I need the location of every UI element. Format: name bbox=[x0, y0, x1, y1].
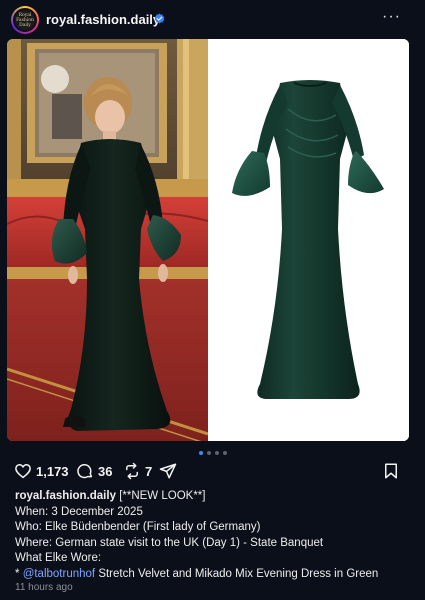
carousel-dot-active[interactable] bbox=[198, 451, 203, 455]
caption-when: When: 3 December 2025 bbox=[15, 505, 143, 518]
comment-count: 36 bbox=[98, 463, 113, 479]
share-button[interactable] bbox=[159, 461, 177, 481]
repost-icon bbox=[126, 462, 138, 480]
bookmark-icon bbox=[385, 463, 397, 479]
save-button[interactable] bbox=[382, 461, 400, 481]
carousel-dots bbox=[0, 451, 425, 457]
caption-where: Where: German state visit to the UK (Day… bbox=[15, 536, 324, 549]
caption-username[interactable]: royal.fashion.daily bbox=[15, 490, 116, 502]
carousel-dot[interactable] bbox=[222, 451, 227, 455]
action-bar: 1,173 36 7 bbox=[14, 461, 414, 481]
heart-icon bbox=[15, 464, 31, 479]
post-caption: royal.fashion.daily [**NEW LOOK**] When:… bbox=[15, 489, 415, 582]
carousel-dot[interactable] bbox=[206, 451, 211, 455]
send-icon bbox=[159, 463, 177, 479]
caption-what-heading: What Elke Wore: bbox=[15, 552, 102, 564]
carousel-dot[interactable] bbox=[214, 451, 219, 455]
caption-tag: [**NEW LOOK**] bbox=[119, 490, 206, 502]
verified-badge-icon bbox=[154, 13, 165, 24]
caption-who: Who: Elke Büdenbender (First lady of Ger… bbox=[15, 521, 261, 533]
like-count: 1,173 bbox=[36, 463, 69, 479]
post-header: Royal Fashion Daily royal.fashion.daily … bbox=[0, 0, 425, 40]
more-options-icon[interactable]: ··· bbox=[382, 8, 401, 26]
comment-button[interactable]: 36 bbox=[76, 461, 112, 481]
post-media-carousel[interactable] bbox=[7, 39, 409, 441]
comment-icon bbox=[77, 464, 93, 479]
caption-bullet: * bbox=[15, 567, 20, 580]
caption-first-line: royal.fashion.daily [**NEW LOOK**] bbox=[15, 489, 415, 505]
like-button[interactable]: 1,173 bbox=[14, 461, 69, 481]
event-photo bbox=[7, 39, 208, 441]
caption-item: Stretch Velvet and Mikado Mix Evening Dr… bbox=[98, 567, 379, 580]
post-timestamp: 11 hours ago bbox=[15, 582, 73, 593]
username[interactable]: royal.fashion.daily bbox=[46, 12, 160, 27]
repost-count: 7 bbox=[145, 463, 153, 479]
avatar[interactable]: Royal Fashion Daily bbox=[11, 6, 39, 34]
designer-mention-link[interactable]: @talbotrunhof bbox=[23, 568, 95, 580]
caption-item-line: * @talbotrunhof Stretch Velvet and Mikad… bbox=[15, 567, 415, 583]
repost-button[interactable]: 7 bbox=[123, 461, 152, 481]
product-dress-image bbox=[208, 39, 409, 441]
avatar-logo: Royal Fashion Daily bbox=[13, 8, 37, 32]
